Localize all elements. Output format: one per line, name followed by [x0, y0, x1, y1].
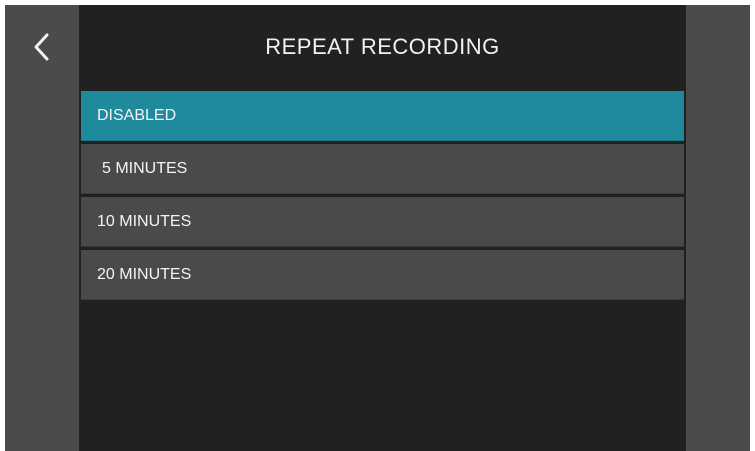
left-side-panel — [5, 5, 79, 451]
back-button[interactable] — [5, 5, 79, 89]
options-list: DISABLED 5 MINUTES 10 MINUTES 20 MINUTES — [81, 91, 684, 303]
device-screen: REPEAT RECORDING DISABLED 5 MINUTES 10 M… — [5, 5, 750, 451]
option-5-minutes[interactable]: 5 MINUTES — [81, 144, 684, 194]
right-side-panel — [686, 5, 750, 451]
option-label: DISABLED — [97, 106, 177, 124]
option-10-minutes[interactable]: 10 MINUTES — [81, 197, 684, 247]
main-panel: REPEAT RECORDING DISABLED 5 MINUTES 10 M… — [79, 5, 686, 451]
option-label: 5 MINUTES — [102, 159, 188, 177]
option-disabled[interactable]: DISABLED — [81, 91, 684, 141]
option-20-minutes[interactable]: 20 MINUTES — [81, 250, 684, 300]
chevron-left-icon — [34, 33, 49, 61]
page-title: REPEAT RECORDING — [265, 34, 500, 59]
option-label: 10 MINUTES — [97, 212, 192, 230]
option-label: 20 MINUTES — [97, 265, 192, 283]
